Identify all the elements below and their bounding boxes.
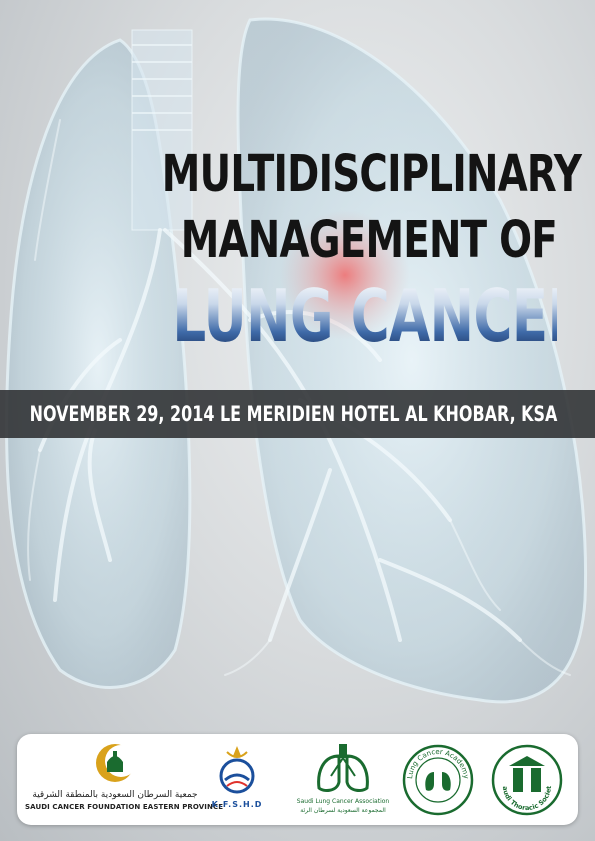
event-details: NOVEMBER 29, 2014 LE MERIDIEN HOTEL AL K… bbox=[29, 402, 557, 426]
sce-logo: جمعية السرطان السعودية بالمنطقة الشرقية … bbox=[25, 742, 223, 811]
lca-seal-icon: Lung Cancer Academy bbox=[402, 744, 474, 816]
event-details-band: NOVEMBER 29, 2014 LE MERIDIEN HOTEL AL K… bbox=[0, 390, 595, 438]
sponsor-logo-bar: جمعية السرطان السعودية بالمنطقة الشرقية … bbox=[17, 734, 578, 825]
brochure-cover: MULTIDISCIPLINARY MANAGEMENT OF LUNG CAN… bbox=[0, 0, 595, 841]
sce-english-name: SAUDI CANCER FOUNDATION EASTERN PROVINCE bbox=[25, 803, 224, 811]
kfshd-name: K.F.S.H.D bbox=[211, 800, 263, 809]
sts-seal-icon: Saudi Thoracic Society bbox=[489, 742, 563, 816]
title-line-3: LUNG CANCER bbox=[172, 274, 588, 358]
slca-lungs-icon bbox=[317, 744, 369, 792]
sce-emblem-icon bbox=[96, 744, 137, 782]
title-line-1: MULTIDISCIPLINARY bbox=[161, 145, 582, 204]
slca-english-name: Saudi Lung Cancer Association bbox=[296, 798, 390, 805]
event-title: MULTIDISCIPLINARY MANAGEMENT OF LUNG CAN… bbox=[37, 142, 589, 358]
kfshd-logo: K.F.S.H.D bbox=[207, 742, 267, 809]
sts-logo: Saudi Thoracic Society bbox=[489, 742, 565, 818]
slca-arabic-name: المجموعة السعودية لسرطان الرئة bbox=[300, 807, 386, 814]
title-line-2: MANAGEMENT OF bbox=[180, 211, 558, 270]
lca-logo: Lung Cancer Academy bbox=[400, 742, 476, 818]
kfshd-emblem-icon bbox=[219, 746, 255, 794]
sce-arabic-name: جمعية السرطان السعودية بالمنطقة الشرقية bbox=[32, 790, 198, 800]
slca-logo: Saudi Lung Cancer Association المجموعة ا… bbox=[293, 742, 393, 814]
